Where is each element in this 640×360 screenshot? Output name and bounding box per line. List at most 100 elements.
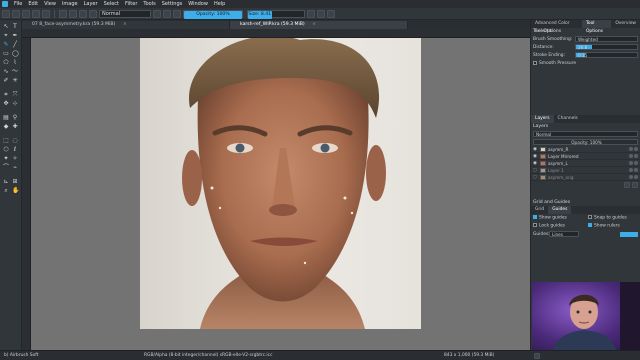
alpha-lock-icon[interactable] [634, 175, 638, 179]
guide-color-swatch[interactable] [620, 231, 638, 237]
undo-icon[interactable] [32, 9, 40, 18]
menu-file[interactable]: File [11, 1, 25, 7]
opacity-slider[interactable]: Opacity: 100% [183, 9, 243, 19]
rect-select-icon[interactable]: ⬚ [3, 138, 9, 144]
brush-status[interactable]: b) Airbrush Soft [4, 353, 144, 358]
transform-tool-icon[interactable]: ⤧ [12, 92, 18, 98]
horizontal-ruler[interactable] [22, 29, 530, 38]
brush-preset-icon[interactable] [79, 9, 87, 18]
layer-row[interactable]: ◌ Layer 1 [531, 167, 640, 174]
freehand-path-icon[interactable]: 〜 [12, 69, 18, 75]
visibility-icon[interactable]: ◉ [533, 161, 538, 166]
ellipse-tool-icon[interactable]: ◯ [12, 51, 19, 57]
tab-channels[interactable]: Channels [554, 115, 582, 123]
close-icon[interactable]: × [312, 22, 316, 27]
smart-patch-icon[interactable]: ✚ [12, 124, 18, 130]
color-picker-icon[interactable]: ⚲ [12, 115, 18, 121]
vertical-ruler[interactable] [22, 38, 31, 350]
brush-settings-icon[interactable] [89, 9, 97, 18]
snap-guides-checkbox[interactable] [588, 215, 592, 220]
preserve-alpha-icon[interactable] [163, 9, 171, 18]
size-slider[interactable]: Size: 8.41 px [247, 9, 305, 25]
layer-row[interactable]: ◉ asymm_L [531, 160, 640, 167]
tab-layers[interactable]: Layers [531, 115, 554, 123]
menu-filter[interactable]: Filter [122, 1, 140, 7]
rectangle-tool-icon[interactable]: ▭ [3, 51, 9, 57]
bezier-tool-icon[interactable]: ∿ [3, 69, 9, 75]
tab-face-asymmetry[interactable]: 07 8_face-asymmetry.kra (59.3 MiB) × [22, 21, 230, 29]
visibility-icon[interactable]: ◌ [533, 175, 538, 180]
lock-icon[interactable] [629, 168, 633, 172]
pattern-swatch-icon[interactable] [69, 9, 77, 18]
polygon-select-icon[interactable]: ⬡ [3, 147, 9, 153]
distance-slider[interactable]: 26.8 [575, 44, 638, 50]
alpha-lock-icon[interactable] [634, 161, 638, 165]
freehand-select-icon[interactable]: ℓ [12, 147, 18, 153]
lock-icon[interactable] [629, 161, 633, 165]
tab-grid[interactable]: Grid [531, 206, 548, 214]
layer-blend-select[interactable]: Normal [533, 131, 638, 137]
lock-icon[interactable] [629, 147, 633, 151]
tab-advanced-color-selector[interactable]: Advanced Color Selector [531, 20, 582, 34]
menu-view[interactable]: View [41, 1, 59, 7]
save-icon[interactable] [22, 9, 30, 18]
canvas-image[interactable] [140, 38, 421, 329]
move-tool-icon[interactable]: ✥ [3, 101, 9, 107]
layer-row[interactable]: ◌ asymm_orig [531, 174, 640, 181]
mirror-vertical-icon[interactable] [317, 9, 325, 18]
layer-opacity-slider[interactable]: Opacity: 100% [533, 139, 638, 145]
pan-tool-icon[interactable]: ✋ [12, 188, 19, 194]
show-guides-checkbox[interactable] [533, 215, 537, 220]
blend-mode-select[interactable]: Normal [99, 9, 151, 18]
menu-tools[interactable]: Tools [140, 1, 158, 7]
reference-tool-icon[interactable]: ⊞ [12, 179, 18, 185]
select-shapes-icon[interactable]: ↖ [3, 24, 9, 30]
crop-tool-icon[interactable]: ⌗ [3, 92, 9, 98]
lock-icon[interactable] [629, 154, 633, 158]
layer-row[interactable]: ◉ asymm_R [531, 146, 640, 153]
lock-icon[interactable] [629, 175, 633, 179]
text-tool-icon[interactable]: T [12, 24, 18, 30]
menu-window[interactable]: Window [185, 1, 211, 7]
visibility-icon[interactable]: ◉ [533, 147, 538, 152]
close-icon[interactable]: × [123, 22, 127, 27]
visibility-icon[interactable]: ◉ [533, 154, 538, 159]
bezier-select-icon[interactable]: ⌒ [3, 165, 9, 171]
delete-layer-icon[interactable] [632, 182, 638, 188]
line-tool-icon[interactable]: ╱ [12, 42, 18, 48]
lock-guides-checkbox[interactable] [533, 223, 537, 228]
calligraphy-icon[interactable]: ✒ [12, 33, 18, 39]
zoom-icon[interactable] [534, 352, 540, 359]
alpha-lock-icon[interactable] [634, 168, 638, 172]
guides-type-select[interactable]: Lines [549, 231, 579, 237]
visibility-icon[interactable]: ◌ [533, 168, 538, 173]
wrap-around-icon[interactable] [327, 9, 335, 18]
menu-edit[interactable]: Edit [25, 1, 41, 7]
multibrush-icon[interactable]: ✳ [12, 78, 18, 84]
alpha-lock-icon[interactable] [634, 147, 638, 151]
mirror-horizontal-icon[interactable] [307, 9, 315, 18]
redo-icon[interactable] [42, 9, 50, 18]
show-rulers-checkbox[interactable] [588, 223, 592, 228]
open-document-icon[interactable] [12, 9, 20, 18]
assistant-tool-icon[interactable]: ⊹ [12, 101, 18, 107]
tab-overview[interactable]: Overview [611, 20, 640, 28]
menu-help[interactable]: Help [211, 1, 228, 7]
contiguous-select-icon[interactable]: ✦ [3, 156, 9, 162]
dynamic-brush-icon[interactable]: ✐ [3, 78, 9, 84]
similar-select-icon[interactable]: ✧ [12, 156, 18, 162]
measure-tool-icon[interactable]: ⊾ [3, 179, 9, 185]
pressure-icon[interactable] [173, 9, 181, 18]
ellipse-select-icon[interactable]: ◌ [12, 138, 18, 144]
zoom-tool-icon[interactable]: ⌕ [3, 188, 9, 194]
eraser-mode-icon[interactable] [153, 9, 161, 18]
menu-layer[interactable]: Layer [81, 1, 101, 7]
polygon-tool-icon[interactable]: ⬠ [3, 60, 9, 66]
menu-image[interactable]: Image [59, 1, 81, 7]
fill-tool-icon[interactable]: ◆ [3, 124, 9, 130]
layer-row[interactable]: ◉ Layer Mirrored [531, 153, 640, 160]
edit-shapes-icon[interactable]: ⌖ [3, 33, 9, 39]
gradient-tool-icon[interactable]: ▤ [3, 115, 9, 121]
menu-select[interactable]: Select [101, 1, 122, 7]
polyline-tool-icon[interactable]: ⌇ [12, 60, 18, 66]
